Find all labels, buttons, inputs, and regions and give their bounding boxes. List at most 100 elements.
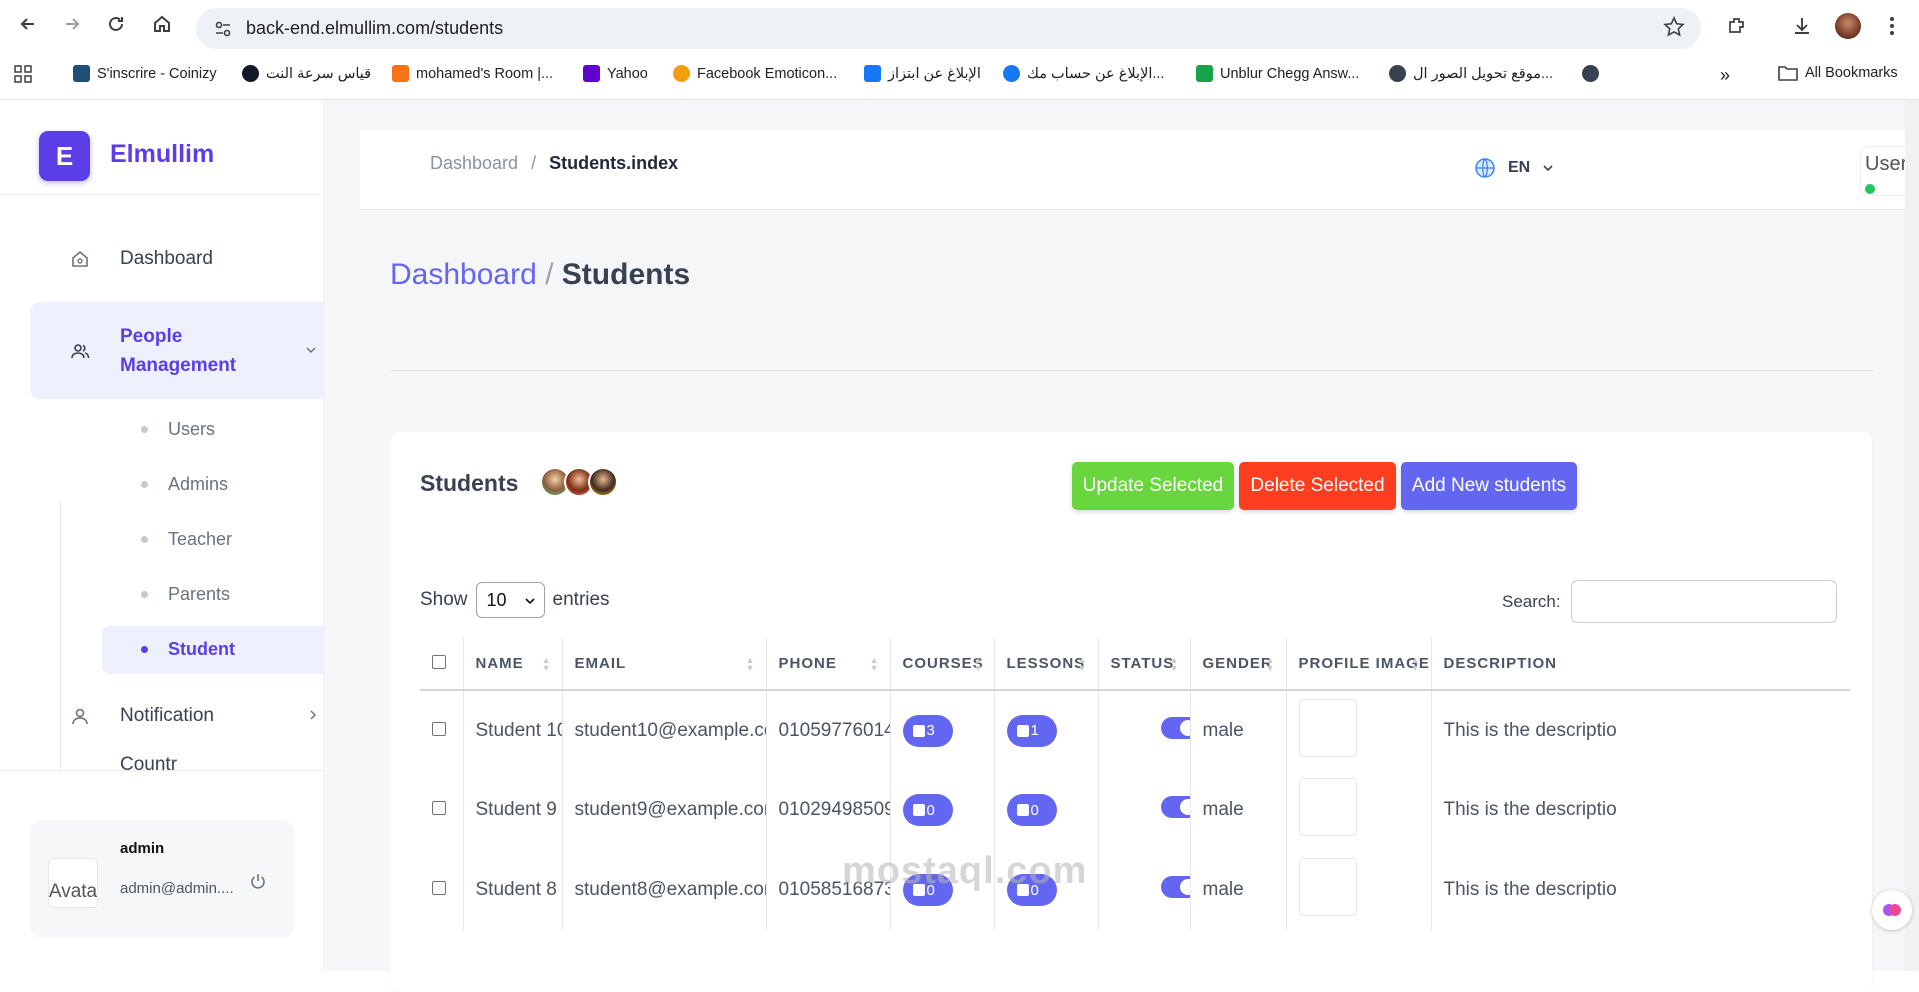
column-header-courses[interactable]: COURSES ▲ ▼	[890, 638, 995, 691]
column-header-name[interactable]: NAME ▲ ▼	[463, 638, 563, 691]
column-header-profile-image[interactable]: PROFILE IMAGE ▲ ▼	[1286, 638, 1432, 691]
bookmark-item[interactable]: Unblur Chegg Answ...	[1196, 65, 1359, 82]
status-toggle[interactable]	[1160, 796, 1189, 818]
forward-icon[interactable]	[56, 8, 88, 40]
sidebar-item-dashboard[interactable]: Dashboard	[30, 235, 325, 283]
download-icon[interactable]	[1788, 12, 1816, 40]
assistant-brain-icon[interactable]	[1872, 890, 1912, 930]
logo-badge[interactable]: E	[39, 131, 90, 181]
bookmark-item[interactable]: mohamed's Room |...	[392, 65, 553, 82]
column-header-status[interactable]: STATUS ▲ ▼	[1098, 638, 1191, 691]
courses-badge[interactable]: 3	[902, 714, 953, 747]
delete-selected-button[interactable]: Delete Selected	[1239, 462, 1396, 510]
chevron-down-icon	[305, 340, 317, 362]
column-header-description[interactable]: DESCRIPTION	[1431, 638, 1850, 691]
bookmark-favicon-icon	[864, 65, 881, 82]
folder-icon	[1778, 66, 1798, 81]
select-all-checkbox[interactable]	[432, 654, 446, 669]
bookmark-item[interactable]: Facebook Emoticon...	[673, 65, 837, 82]
menu-icon[interactable]	[1878, 12, 1906, 40]
column-header-gender[interactable]: GENDER ▲ ▼	[1190, 638, 1287, 691]
cell-gender: male	[1190, 850, 1287, 930]
sort-icon: ▲ ▼	[1265, 655, 1276, 673]
home-icon[interactable]	[146, 8, 178, 40]
entries-select[interactable]: 10	[475, 582, 545, 618]
top-header: Dashboard / Students.index EN User	[360, 130, 1910, 210]
sidebar-sub-users[interactable]: Users	[168, 419, 215, 440]
search-input[interactable]	[1570, 580, 1837, 623]
page-title-link[interactable]: Dashboard	[390, 258, 537, 291]
url-text[interactable]: back-end.elmullim.com/students	[246, 18, 503, 39]
chevron-down-icon	[1543, 165, 1553, 172]
sidebar-item-label: Dashboard	[120, 248, 213, 269]
bookmark-item[interactable]: S'inscrire - Coinizy	[73, 65, 217, 82]
card-title: Students	[420, 470, 519, 496]
bookmark-item[interactable]: قياس سرعة النت	[242, 65, 371, 82]
address-bar[interactable]: back-end.elmullim.com/students	[196, 8, 1701, 49]
all-bookmarks[interactable]: All Bookmarks	[1778, 65, 1898, 81]
power-icon[interactable]	[248, 872, 268, 897]
row-checkbox[interactable]	[432, 881, 446, 895]
book-icon	[912, 724, 925, 737]
lessons-badge[interactable]: 0	[1006, 794, 1057, 826]
user-icon	[68, 704, 92, 728]
sidebar-item-label: Management	[120, 354, 237, 376]
column-header-lessons[interactable]: LESSONS ▲ ▼	[994, 638, 1099, 691]
reload-icon[interactable]	[100, 8, 132, 40]
sidebar-sub-teacher[interactable]: Teacher	[168, 529, 232, 550]
bookmark-favicon-icon	[392, 65, 409, 82]
back-icon[interactable]	[12, 8, 44, 40]
update-selected-button[interactable]: Update Selected	[1072, 462, 1234, 510]
bookmark-star-icon[interactable]	[1663, 16, 1685, 43]
bookmark-item[interactable]: الإبلاغ عن حساب مك...	[1003, 65, 1164, 82]
divider	[390, 370, 1873, 371]
cell-email: student8@example.com	[562, 850, 767, 930]
extensions-icon[interactable]	[1723, 12, 1751, 40]
site-settings-icon[interactable]	[212, 18, 234, 40]
lessons-badge[interactable]: 1	[1006, 714, 1057, 747]
bookmark-item[interactable]: Yahoo	[583, 65, 648, 82]
sidebar-sub-student[interactable]: Student	[168, 639, 235, 660]
language-selector[interactable]: EN	[1474, 157, 1554, 179]
page-scrollbar[interactable]	[1905, 100, 1919, 971]
brand-name[interactable]: Elmullim	[110, 140, 214, 169]
column-header-phone[interactable]: PHONE ▲ ▼	[766, 638, 891, 691]
cell-description: This is the descriptio	[1443, 799, 1617, 820]
profile-image	[1298, 858, 1357, 916]
bookmark-item[interactable]: موقع تحويل الصور ال...	[1389, 65, 1553, 82]
profile-avatar[interactable]	[1834, 12, 1862, 40]
page-title: Dashboard / Students	[390, 258, 691, 291]
sort-icon: ▲ ▼	[1077, 655, 1088, 673]
add-new-students-button[interactable]: Add New students	[1401, 462, 1577, 510]
status-toggle[interactable]	[1160, 876, 1189, 898]
courses-badge[interactable]: 0	[902, 794, 953, 826]
sidebar-sub-admins[interactable]: Admins	[168, 474, 228, 495]
sidebar-item-people-management[interactable]: People Management	[30, 302, 325, 399]
table-header-row: NAME ▲ ▼ EMAIL ▲ ▼ PHONE ▲ ▼ COURSES ▲ ▼ LESSONS…	[420, 638, 1850, 691]
more-bookmarks-icon[interactable]: »	[1720, 65, 1730, 86]
status-toggle[interactable]	[1160, 716, 1189, 739]
bookmark-favicon-icon	[1389, 65, 1406, 82]
bookmark-item[interactable]: الإبلاغ عن ابتزاز	[864, 65, 981, 82]
main-content: Dashboard / Students.index EN User Dashb…	[326, 100, 1919, 992]
globe-icon[interactable]	[1582, 65, 1599, 82]
bookmark-favicon-icon	[673, 65, 690, 82]
apps-grid-icon[interactable]	[14, 65, 32, 83]
bookmark-favicon-icon	[73, 65, 90, 82]
cell-description: This is the descriptio	[1443, 879, 1617, 900]
row-checkbox[interactable]	[432, 721, 446, 736]
cell-gender: male	[1190, 690, 1287, 770]
row-checkbox[interactable]	[432, 801, 446, 815]
cell-description: This is the descriptio	[1443, 719, 1617, 741]
sidebar-sub-parents[interactable]: Parents	[168, 584, 230, 605]
user-email: admin@admin....	[120, 880, 234, 897]
breadcrumb-home[interactable]: Dashboard	[430, 153, 518, 173]
column-header-email[interactable]: EMAIL ▲ ▼	[562, 638, 767, 691]
sidebar-item-notification[interactable]: Notification	[30, 692, 325, 740]
breadcrumb-current: Students.index	[549, 153, 679, 173]
sidebar: E Elmullim Dashboard People Management U…	[0, 100, 325, 971]
sidebar-item-partial: Countr	[120, 754, 178, 770]
avatar	[588, 467, 618, 497]
watermark: mostaql.com	[842, 850, 1088, 892]
user-card[interactable]: Avata admin admin@admin....	[30, 820, 294, 938]
